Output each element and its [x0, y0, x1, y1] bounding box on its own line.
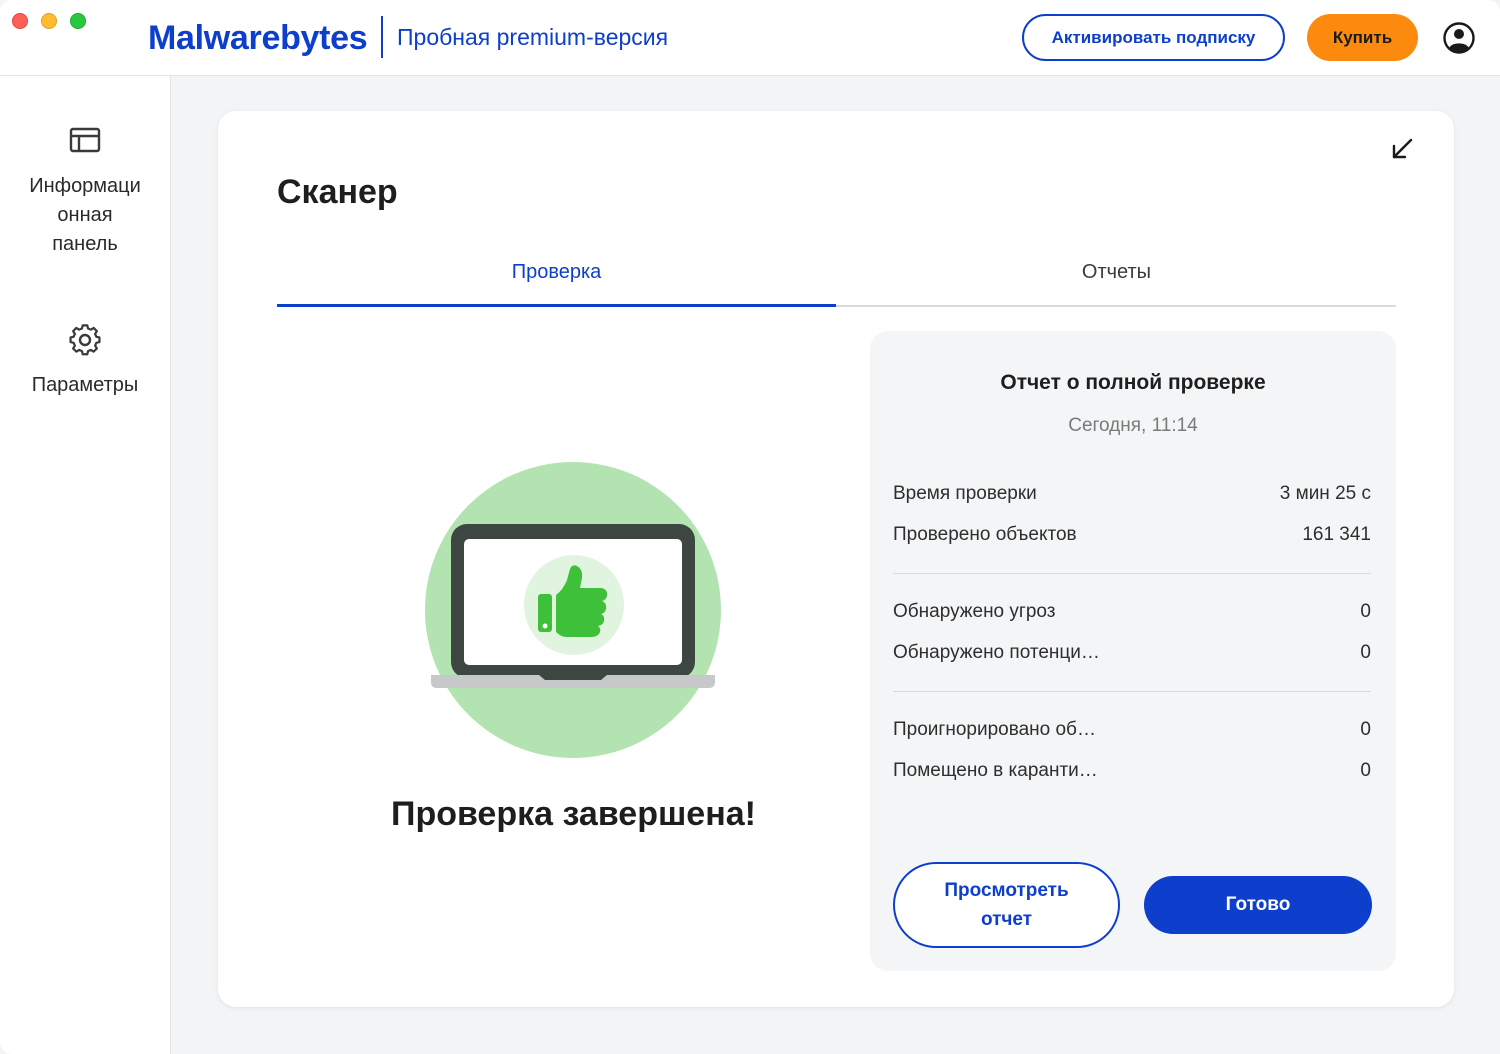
report-row: Обнаружено угроз 0 [893, 598, 1371, 626]
report-row-value: 0 [1360, 601, 1371, 622]
tab-bar: Проверка Отчеты [277, 251, 1396, 307]
report-row-value: 0 [1360, 760, 1371, 781]
malwarebytes-logo: Malwarebytes [148, 18, 368, 58]
account-icon[interactable] [1442, 21, 1476, 55]
buy-button[interactable]: Купить [1307, 14, 1418, 61]
page-title: Сканер [277, 173, 398, 211]
dashboard-icon [68, 124, 102, 158]
tab-scan[interactable]: Проверка [277, 261, 836, 284]
report-row-label: Проверено объектов [893, 524, 1077, 545]
report-date: Сегодня, 11:14 [1068, 415, 1198, 436]
sidebar-label-line: онная [57, 204, 113, 226]
scan-report-panel: Отчет о полной проверке Сегодня, 11:14 В… [870, 331, 1396, 971]
report-row-label: Время проверки [893, 483, 1037, 504]
sidebar-item-label: Параметры [31, 374, 139, 396]
report-row: Обнаружено потенци… 0 [893, 639, 1371, 667]
report-row-value: 0 [1360, 642, 1371, 663]
report-row: Помещено в каранти… 0 [893, 757, 1371, 785]
report-divider [893, 573, 1371, 574]
zoom-window-button[interactable] [70, 13, 86, 29]
sidebar-label-line: панель [52, 233, 118, 255]
report-row-label: Обнаружено потенци… [893, 642, 1100, 663]
sidebar: Информаци онная панель Параметры [0, 76, 171, 1054]
close-window-button[interactable] [12, 13, 28, 29]
header-divider [381, 16, 383, 58]
done-button[interactable]: Готово [1144, 876, 1372, 934]
active-tab-indicator [277, 304, 836, 307]
report-row: Проверено объектов 161 341 [893, 521, 1371, 549]
report-row-value: 161 341 [1302, 524, 1371, 545]
app-window: Malwarebytes Пробная premium-версия Акти… [0, 0, 1500, 1054]
view-report-button[interactable]: Просмотреть отчет [893, 862, 1120, 948]
collapse-icon[interactable] [1388, 135, 1416, 163]
minimize-window-button[interactable] [41, 13, 57, 29]
activate-subscription-button[interactable]: Активировать подписку [1022, 14, 1285, 61]
sidebar-item-dashboard[interactable]: Информаци онная панель [0, 124, 170, 259]
report-divider [893, 691, 1371, 692]
sidebar-label-line: Информаци [29, 175, 141, 197]
sidebar-item-label: Информаци онная панель [20, 172, 150, 259]
report-row-label: Обнаружено угроз [893, 601, 1056, 622]
gear-icon [68, 323, 102, 357]
title-bar: Malwarebytes Пробная premium-версия Акти… [0, 0, 1500, 76]
report-row-value: 0 [1360, 719, 1371, 740]
report-row-label: Помещено в каранти… [893, 760, 1098, 781]
report-row-label: Проигнорировано об… [893, 719, 1096, 740]
report-row-value: 3 мин 25 с [1279, 483, 1371, 504]
tab-reports[interactable]: Отчеты [837, 261, 1396, 284]
scanner-card: Сканер Проверка Отчеты Проверка завершен… [218, 111, 1454, 1007]
report-row: Время проверки 3 мин 25 с [893, 480, 1371, 508]
trial-label: Пробная premium-версия [397, 24, 669, 50]
logo-text: Malwarebytes [148, 18, 368, 57]
laptop-thumbs-up-icon [425, 462, 721, 758]
report-title: Отчет о полной проверке [1000, 371, 1266, 394]
scan-complete-message: Проверка завершена! [391, 795, 756, 833]
report-row: Проигнорировано об… 0 [893, 716, 1371, 744]
sidebar-item-settings[interactable]: Параметры [0, 323, 170, 400]
